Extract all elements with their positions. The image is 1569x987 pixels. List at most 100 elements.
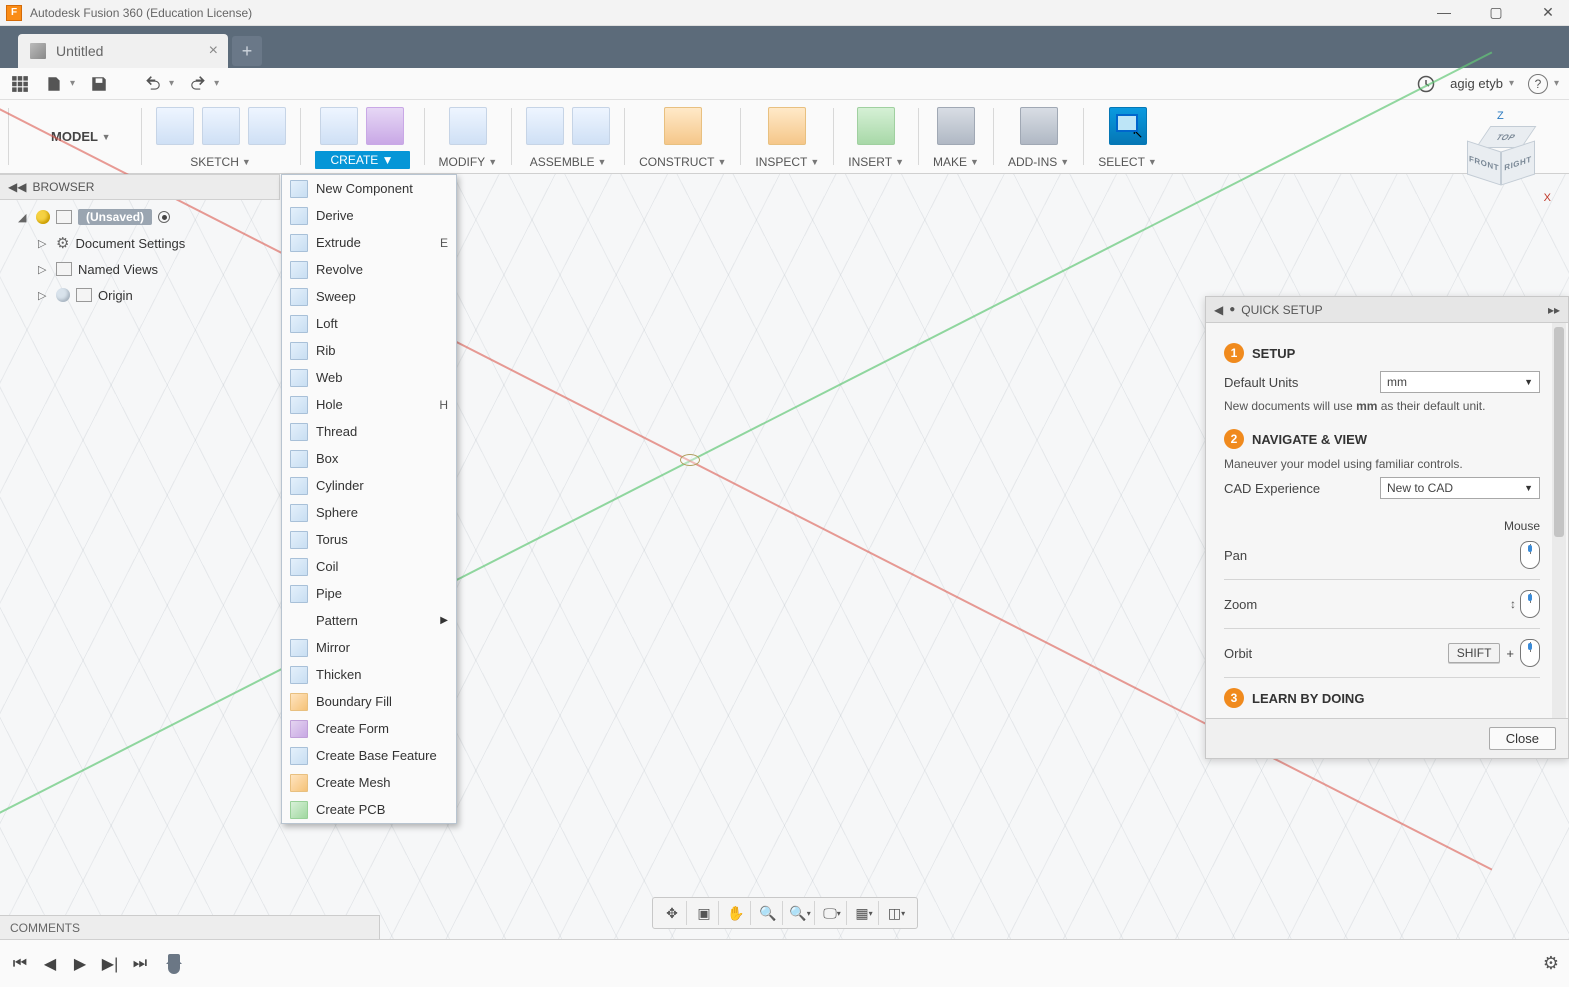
- menu-pattern[interactable]: Pattern▶: [282, 607, 456, 634]
- undo-button[interactable]: [143, 74, 163, 94]
- new-tab-button[interactable]: +: [232, 36, 262, 66]
- collapse-arrow-icon[interactable]: ◢: [18, 211, 30, 224]
- menu-thicken[interactable]: Thicken: [282, 661, 456, 688]
- collapse-icon[interactable]: ◀: [1214, 303, 1223, 317]
- file-menu-button[interactable]: [44, 74, 64, 94]
- tree-item-origin[interactable]: ▷ Origin: [10, 282, 280, 308]
- tab-modify[interactable]: MODIFY▼: [425, 100, 512, 173]
- tab-label: MAKE: [933, 155, 967, 169]
- menu-revolve[interactable]: Revolve: [282, 256, 456, 283]
- grid-settings[interactable]: ▦▾: [851, 901, 879, 925]
- tree-item-doc-settings[interactable]: ▷ ⚙ Document Settings: [10, 230, 280, 256]
- tab-construct[interactable]: CONSTRUCT▼: [625, 100, 740, 173]
- menu-derive[interactable]: Derive: [282, 202, 456, 229]
- active-component-indicator[interactable]: [158, 211, 170, 223]
- lightbulb-off-icon[interactable]: [56, 288, 70, 302]
- tab-inspect[interactable]: INSPECT▼: [741, 100, 833, 173]
- menu-torus[interactable]: Torus: [282, 526, 456, 553]
- browser-header[interactable]: ◀◀ BROWSER: [0, 174, 280, 200]
- view-cube[interactable]: Z X TOP FRONT RIGHT: [1457, 112, 1547, 200]
- orbit-tool[interactable]: ✥: [659, 901, 687, 925]
- timeline-start[interactable]: ⏮: [10, 955, 30, 973]
- zoom-tool[interactable]: 🔍: [755, 901, 783, 925]
- dropdown-arrow-icon: ▾: [1509, 78, 1514, 89]
- tab-sketch[interactable]: SKETCH▼: [142, 100, 300, 173]
- timeline-play[interactable]: ▶: [70, 954, 90, 974]
- menu-loft[interactable]: Loft: [282, 310, 456, 337]
- help-button[interactable]: ?: [1528, 74, 1548, 94]
- menu-sweep[interactable]: Sweep: [282, 283, 456, 310]
- quick-setup-title: QUICK SETUP: [1241, 303, 1322, 317]
- menu-create-mesh[interactable]: Create Mesh: [282, 769, 456, 796]
- menu-web[interactable]: Web: [282, 364, 456, 391]
- look-at-tool[interactable]: ▣: [691, 901, 719, 925]
- quick-setup-panel: ◀ ● QUICK SETUP ▸▸ 1SETUP Default Units …: [1205, 296, 1569, 759]
- menu-sphere[interactable]: Sphere: [282, 499, 456, 526]
- data-panel-button[interactable]: [10, 74, 30, 94]
- tab-insert[interactable]: INSERT▼: [834, 100, 918, 173]
- menu-new-component[interactable]: New Component: [282, 175, 456, 202]
- document-tab[interactable]: Untitled ×: [18, 34, 228, 68]
- close-tab-button[interactable]: ×: [209, 42, 218, 60]
- menu-coil[interactable]: Coil: [282, 553, 456, 580]
- pan-tool[interactable]: ✋: [723, 901, 751, 925]
- window-title: Autodesk Fusion 360 (Education License): [30, 6, 1429, 20]
- dropdown-arrow-icon: ▾: [214, 78, 219, 89]
- ribbon: MODEL ▼ SKETCH▼ CREATE ▼ MODIFY▼ ASSEMBL…: [0, 100, 1569, 174]
- pin-button[interactable]: ▸▸: [1548, 303, 1560, 317]
- default-units-label: Default Units: [1224, 375, 1380, 390]
- timeline-settings[interactable]: ⚙: [1543, 953, 1559, 974]
- tab-select[interactable]: ↖ SELECT▼: [1084, 100, 1171, 173]
- menu-boundary-fill[interactable]: Boundary Fill: [282, 688, 456, 715]
- menu-box[interactable]: Box: [282, 445, 456, 472]
- comments-bar[interactable]: COMMENTS: [0, 915, 380, 939]
- quick-setup-header[interactable]: ◀ ● QUICK SETUP ▸▸: [1206, 297, 1568, 323]
- folder-icon: [76, 288, 92, 302]
- tab-label: INSERT: [848, 155, 892, 169]
- tab-make[interactable]: MAKE▼: [919, 100, 993, 173]
- tree-root[interactable]: ◢ (Unsaved): [10, 204, 280, 230]
- workspace-switcher[interactable]: MODEL ▼: [9, 100, 141, 173]
- quick-setup-close-button[interactable]: Close: [1489, 727, 1556, 750]
- menu-rib[interactable]: Rib: [282, 337, 456, 364]
- minimize-button[interactable]: —: [1429, 4, 1459, 21]
- collapse-icon[interactable]: ◀◀: [8, 180, 26, 194]
- display-settings[interactable]: 🖵▾: [819, 901, 847, 925]
- lightbulb-icon[interactable]: [36, 210, 50, 224]
- timeline-marker[interactable]: [168, 954, 180, 974]
- panel-scrollbar[interactable]: [1552, 323, 1566, 718]
- expand-arrow-icon[interactable]: ▷: [38, 237, 50, 250]
- redo-button[interactable]: [188, 74, 208, 94]
- viewport-layout[interactable]: ◫▾: [883, 901, 911, 925]
- timeline-step-back[interactable]: ◀: [40, 954, 60, 974]
- expand-arrow-icon[interactable]: ▷: [38, 289, 50, 302]
- menu-create-pcb[interactable]: Create PCB: [282, 796, 456, 823]
- maneuver-note: Maneuver your model using familiar contr…: [1224, 457, 1540, 471]
- cad-experience-select[interactable]: New to CAD▼: [1380, 477, 1540, 499]
- default-units-select[interactable]: mm▼: [1380, 371, 1540, 393]
- menu-cylinder[interactable]: Cylinder: [282, 472, 456, 499]
- timeline-end[interactable]: ⏭: [130, 955, 150, 973]
- menu-hole[interactable]: HoleH: [282, 391, 456, 418]
- tab-label: CONSTRUCT: [639, 155, 714, 169]
- scrollbar-thumb[interactable]: [1554, 327, 1564, 537]
- close-window-button[interactable]: ✕: [1533, 4, 1563, 21]
- menu-create-form[interactable]: Create Form: [282, 715, 456, 742]
- step-2: 2NAVIGATE & VIEW: [1224, 429, 1540, 449]
- expand-arrow-icon[interactable]: ▷: [38, 263, 50, 276]
- menu-pipe[interactable]: Pipe: [282, 580, 456, 607]
- tab-assemble[interactable]: ASSEMBLE▼: [512, 100, 624, 173]
- timeline-step-forward[interactable]: ▶|: [100, 954, 120, 974]
- menu-mirror[interactable]: Mirror: [282, 634, 456, 661]
- save-button[interactable]: [89, 74, 109, 94]
- menu-create-base-feature[interactable]: Create Base Feature: [282, 742, 456, 769]
- menu-thread[interactable]: Thread: [282, 418, 456, 445]
- fit-tool[interactable]: 🔍▾: [787, 901, 815, 925]
- tree-item-named-views[interactable]: ▷ Named Views: [10, 256, 280, 282]
- tab-addins[interactable]: ADD-INS▼: [994, 100, 1083, 173]
- tab-label: SELECT: [1098, 155, 1145, 169]
- menu-extrude[interactable]: ExtrudeE: [282, 229, 456, 256]
- maximize-button[interactable]: ▢: [1481, 4, 1511, 21]
- tab-create[interactable]: CREATE ▼: [301, 100, 424, 173]
- account-name[interactable]: agig etyb: [1450, 76, 1503, 91]
